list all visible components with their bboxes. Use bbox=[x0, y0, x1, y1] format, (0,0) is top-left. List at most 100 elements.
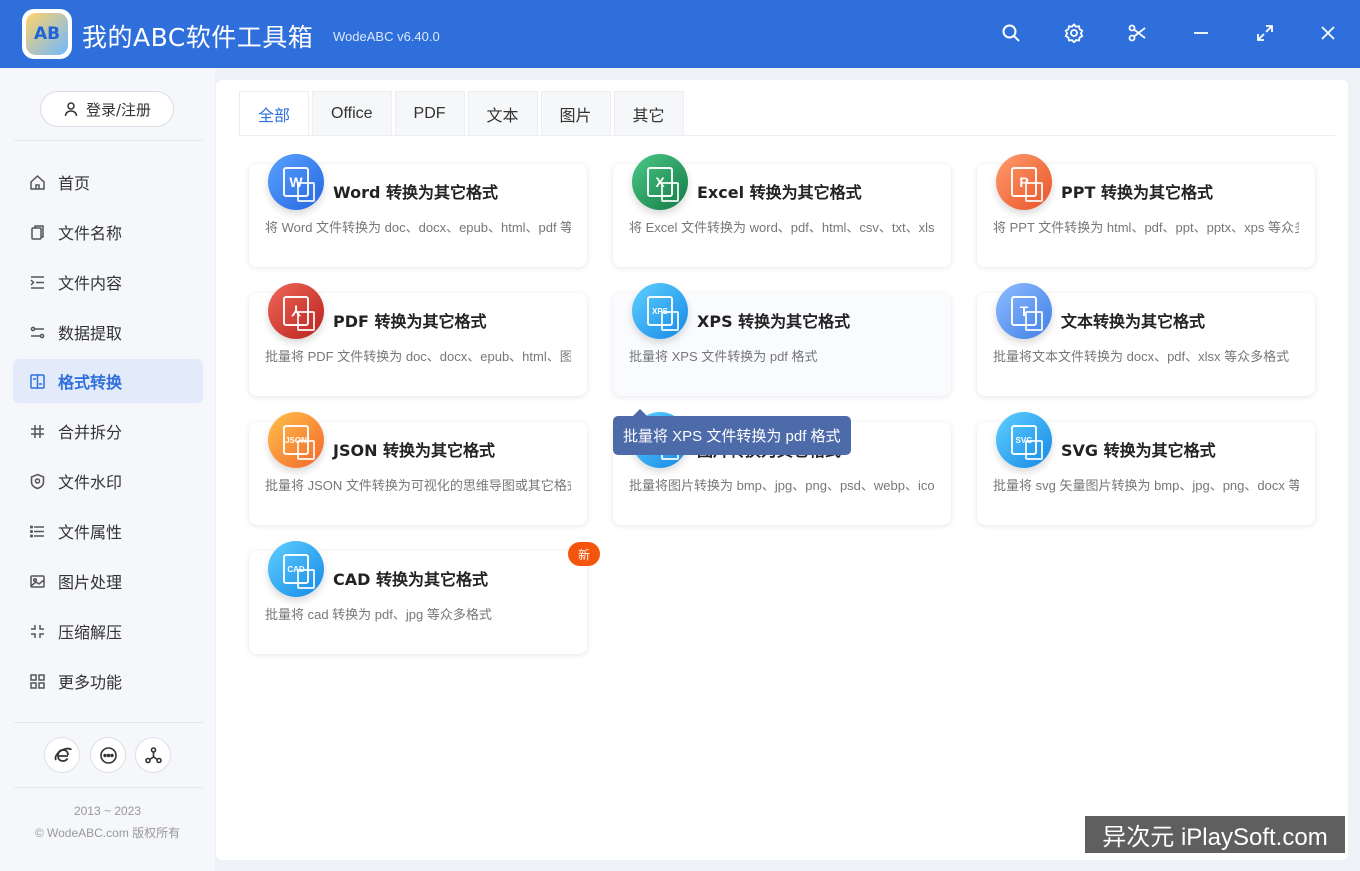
card-icon-glyph: XPS bbox=[647, 296, 679, 331]
card-icon-glyph: W bbox=[283, 167, 315, 202]
card-title: PDF 转换为其它格式 bbox=[333, 312, 487, 331]
sidebar-item-label: 文件内容 bbox=[58, 274, 123, 293]
file-copy-icon bbox=[31, 224, 44, 240]
compress-icon bbox=[31, 624, 44, 638]
search-icon[interactable] bbox=[1000, 22, 1022, 44]
login-button[interactable]: 登录/注册 bbox=[40, 91, 174, 127]
sidebar-item-compress[interactable]: 压缩解压 bbox=[13, 609, 203, 653]
main-panel: 全部 Office PDF 文本 图片 其它 W Word 转换为其它格式 将 … bbox=[216, 80, 1348, 860]
card-icon-glyph: T bbox=[1011, 296, 1043, 331]
sidebar-item-image-processing[interactable]: 图片处理 bbox=[13, 559, 203, 603]
card-excel-convert[interactable]: X Excel 转换为其它格式 将 Excel 文件转换为 word、pdf、h… bbox=[613, 154, 951, 267]
share-icon bbox=[144, 746, 162, 763]
tab-pdf[interactable]: PDF bbox=[394, 91, 465, 135]
sidebar-item-label: 合并拆分 bbox=[58, 423, 123, 442]
sidebar-item-format-convert[interactable]: 格式转换 bbox=[13, 359, 203, 403]
tab-text[interactable]: 文本 bbox=[467, 91, 538, 135]
excel-icon: X bbox=[632, 154, 688, 210]
minimize-icon[interactable] bbox=[1190, 22, 1212, 44]
home-icon bbox=[30, 174, 45, 190]
sidebar-item-file-properties[interactable]: 文件属性 bbox=[13, 509, 203, 553]
card-title: SVG 转换为其它格式 bbox=[1061, 441, 1216, 460]
site-watermark: 异次元 iPlaySoft.com bbox=[1083, 814, 1347, 855]
card-description: 将 Excel 文件转换为 word、pdf、html、csv、txt、xls … bbox=[629, 220, 935, 235]
sidebar-item-merge-split[interactable]: 合并拆分 bbox=[13, 409, 203, 453]
sidebar-divider bbox=[14, 787, 203, 788]
card-description: 批量将 svg 矢量图片转换为 bmp、jpg、png、docx 等格式 bbox=[993, 478, 1299, 493]
card-title: CAD 转换为其它格式 bbox=[333, 570, 488, 589]
copyright-years: 2013 ~ 2023 bbox=[73, 804, 142, 818]
card-description: 将 PPT 文件转换为 html、pdf、ppt、pptx、xps 等众多格式 bbox=[993, 220, 1299, 235]
card-json-convert[interactable]: JSON JSON 转换为其它格式 批量将 JSON 文件转换为可视化的思维导图… bbox=[249, 412, 587, 525]
user-icon bbox=[64, 102, 78, 117]
scissors-icon[interactable] bbox=[1126, 22, 1148, 44]
sidebar-item-data-extract[interactable]: 数据提取 bbox=[13, 310, 203, 354]
feedback-button[interactable] bbox=[90, 737, 126, 773]
word-icon: W bbox=[268, 154, 324, 210]
card-cad-convert[interactable]: CAD CAD 转换为其它格式 批量将 cad 转换为 pdf、jpg 等众多格… bbox=[249, 541, 600, 654]
card-text-convert[interactable]: T 文本转换为其它格式 批量将文本文件转换为 docx、pdf、xlsx 等众多… bbox=[977, 283, 1315, 396]
card-description: 将 Word 文件转换为 doc、docx、epub、html、pdf 等众多格… bbox=[265, 220, 571, 235]
sidebar-item-label: 更多功能 bbox=[58, 673, 123, 692]
app-logo-mark: AB bbox=[26, 13, 68, 55]
card-icon-glyph: JSON bbox=[283, 425, 315, 460]
sidebar-divider bbox=[14, 722, 203, 723]
card-ppt-convert[interactable]: P PPT 转换为其它格式 将 PPT 文件转换为 html、pdf、ppt、p… bbox=[977, 154, 1315, 267]
card-word-convert[interactable]: W Word 转换为其它格式 将 Word 文件转换为 doc、docx、epu… bbox=[249, 154, 587, 267]
tab-all[interactable]: 全部 bbox=[239, 91, 310, 135]
convert-icon bbox=[30, 373, 45, 389]
sidebar-item-file-content[interactable]: 文件内容 bbox=[13, 260, 203, 304]
hash-icon bbox=[31, 424, 44, 438]
gear-icon[interactable] bbox=[1063, 22, 1085, 44]
login-label: 登录/注册 bbox=[85, 100, 152, 119]
card-svg-convert[interactable]: SVG SVG 转换为其它格式 批量将 svg 矢量图片转换为 bmp、jpg、… bbox=[977, 412, 1315, 525]
card-description: 批量将 cad 转换为 pdf、jpg 等众多格式 bbox=[265, 607, 492, 622]
sidebar-item-watermark[interactable]: 文件水印 bbox=[13, 459, 203, 503]
xps-icon: XPS bbox=[632, 283, 688, 339]
cad-icon: CAD bbox=[268, 541, 324, 597]
card-title: Excel 转换为其它格式 bbox=[697, 183, 862, 202]
sidebar-item-home[interactable]: 首页 bbox=[13, 160, 203, 204]
browser-icon bbox=[54, 747, 72, 762]
card-description: 批量将 PDF 文件转换为 doc、docx、epub、html、图片等格式 bbox=[265, 349, 571, 364]
card-title: JSON 转换为其它格式 bbox=[333, 441, 496, 460]
card-icon-glyph: CAD bbox=[283, 554, 315, 589]
tabs-divider bbox=[239, 135, 1335, 136]
card-description: 批量将 XPS 文件转换为 pdf 格式 bbox=[629, 349, 818, 364]
close-icon[interactable] bbox=[1317, 22, 1339, 44]
card-title: PPT 转换为其它格式 bbox=[1061, 183, 1213, 202]
new-badge: 新 bbox=[568, 542, 600, 566]
card-pdf-convert[interactable]: ⅄ PDF 转换为其它格式 批量将 PDF 文件转换为 doc、docx、epu… bbox=[249, 283, 587, 396]
grid-icon bbox=[30, 673, 45, 689]
card-icon-glyph: X bbox=[647, 167, 679, 202]
sidebar-item-label: 文件水印 bbox=[58, 473, 123, 492]
card-title: 文本转换为其它格式 bbox=[1061, 312, 1206, 331]
card-title: Word 转换为其它格式 bbox=[333, 183, 498, 202]
sidebar-item-label: 压缩解压 bbox=[58, 623, 123, 642]
ppt-icon: P bbox=[996, 154, 1052, 210]
card-icon-glyph: SVG bbox=[1011, 425, 1043, 460]
sidebar-item-label: 文件名称 bbox=[58, 224, 123, 243]
card-title: XPS 转换为其它格式 bbox=[697, 312, 851, 331]
sidebar-item-more[interactable]: 更多功能 bbox=[13, 659, 203, 703]
card-xps-convert[interactable]: XPS XPS 转换为其它格式 批量将 XPS 文件转换为 pdf 格式 bbox=[613, 283, 951, 396]
browser-button[interactable] bbox=[44, 737, 80, 773]
shield-icon bbox=[30, 473, 45, 489]
app-logo: AB bbox=[22, 9, 72, 59]
tab-other[interactable]: 其它 bbox=[613, 91, 684, 135]
card-description: 批量将图片转换为 bmp、jpg、png、psd、webp、ico 等格式 bbox=[629, 478, 935, 493]
sidebar-item-label: 数据提取 bbox=[58, 324, 123, 343]
sidebar-divider bbox=[14, 140, 203, 141]
sidebar-item-label: 首页 bbox=[58, 174, 91, 193]
text-icon: T bbox=[996, 283, 1052, 339]
chat-icon bbox=[99, 746, 117, 764]
tab-office[interactable]: Office bbox=[312, 91, 392, 135]
tab-image[interactable]: 图片 bbox=[540, 91, 611, 135]
image-icon bbox=[30, 574, 45, 588]
maximize-icon[interactable] bbox=[1254, 22, 1276, 44]
indent-list-icon bbox=[30, 275, 44, 289]
app-version: WodeABC v6.40.0 bbox=[333, 29, 440, 44]
share-button[interactable] bbox=[135, 737, 171, 773]
card-icon-glyph: ⅄ bbox=[283, 296, 315, 331]
sidebar-item-file-name[interactable]: 文件名称 bbox=[13, 210, 203, 254]
